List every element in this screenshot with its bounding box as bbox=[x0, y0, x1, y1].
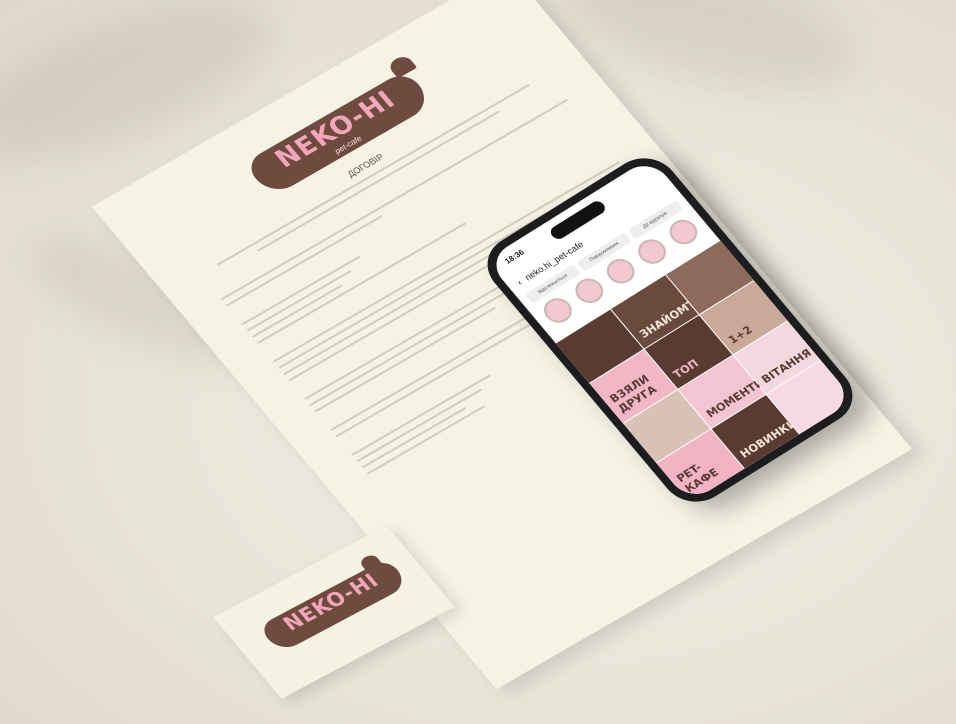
highlight-item[interactable] bbox=[538, 293, 578, 328]
neko-hi-logo: NEKO-HI bbox=[252, 552, 410, 659]
logo-text: NEKO-HI bbox=[278, 569, 384, 636]
highlight-item[interactable] bbox=[663, 215, 703, 249]
status-time: 18:36 bbox=[502, 247, 527, 266]
back-arrow-icon[interactable]: ‹ bbox=[515, 278, 524, 287]
highlight-item[interactable] bbox=[632, 234, 672, 269]
highlight-item[interactable] bbox=[601, 254, 641, 289]
highlight-item[interactable] bbox=[569, 273, 609, 308]
text-line bbox=[361, 406, 467, 469]
logo-text: NEKO-HI bbox=[269, 85, 402, 174]
